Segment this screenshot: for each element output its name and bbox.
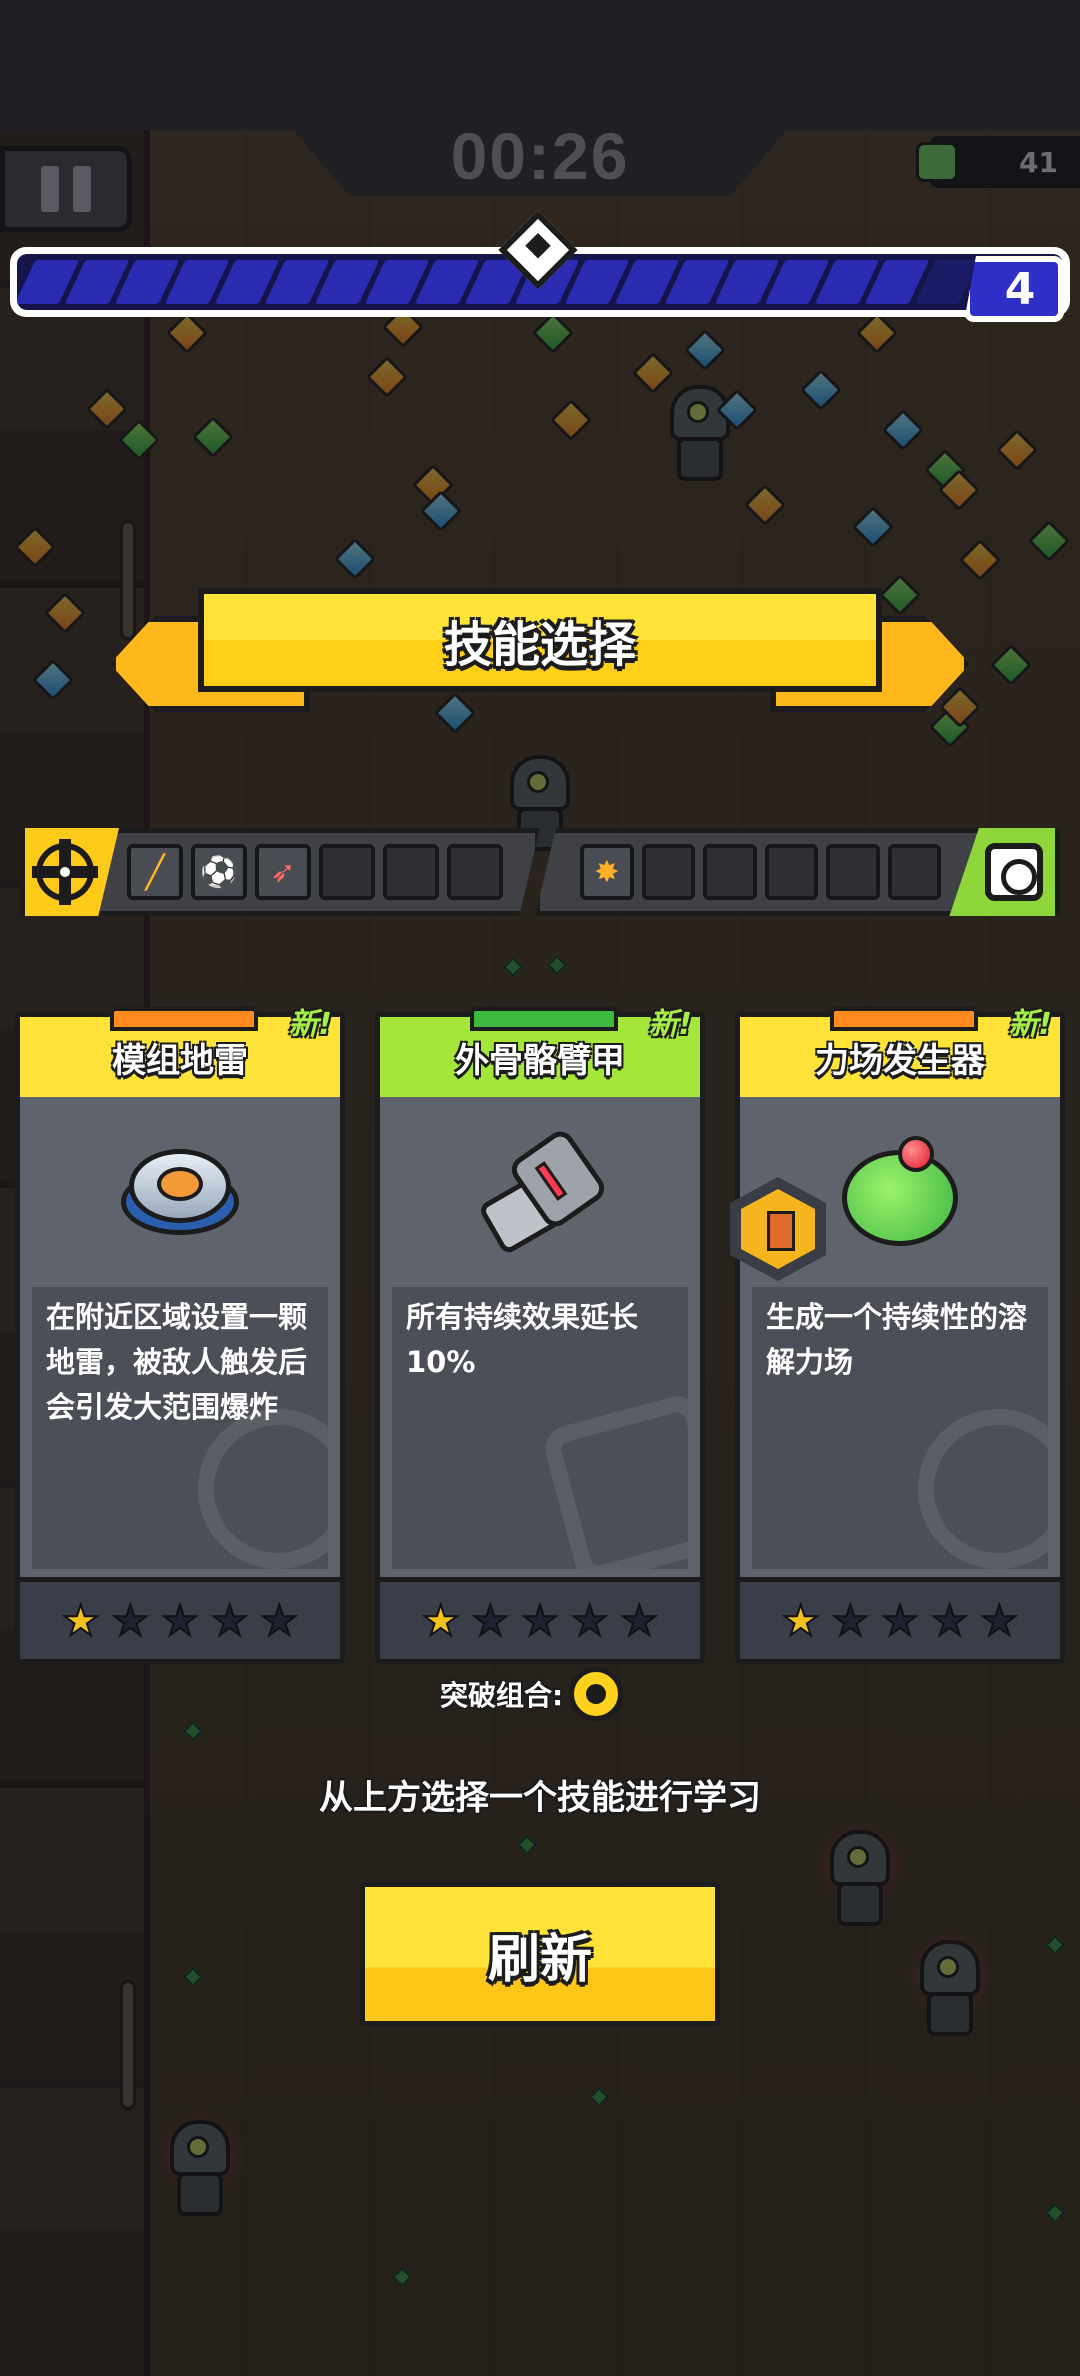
star-rating: ★ ★ ★ ★ ★ [20,1577,340,1659]
skill-card-header: 力场发生器 新! [740,1007,1060,1097]
bullet-badge-icon: ✸ [594,854,620,890]
star-filled-icon: ★ [61,1595,101,1646]
weapon-slot-empty [447,844,503,900]
star-rating: ★ ★ ★ ★ ★ [740,1577,1060,1659]
skill-card[interactable]: 力场发生器 新! 生成一个持续性的溶解力场 ★ ★ ★ ★ ★ [730,1007,1065,1664]
star-empty-icon: ★ [111,1595,151,1646]
new-badge: 新! [648,1007,692,1042]
kill-counter: 41 [916,136,1080,188]
passive-slots: ✸ [535,828,1060,916]
rocket-icon: ➶ [270,854,296,890]
star-empty-icon: ★ [880,1595,920,1646]
skill-card-body: 生成一个持续性的溶解力场 [730,1097,1060,1577]
skill-name: 模组地雷 [112,1040,248,1081]
passive-slot: ✸ [580,844,634,900]
skill-card-header: 外骨骼臂甲 新! [380,1007,700,1097]
skill-description: 生成一个持续性的溶解力场 [752,1287,1048,1569]
weapon-category [25,828,119,916]
star-filled-icon: ★ [421,1595,461,1646]
kill-icon [916,142,958,182]
star-empty-icon: ★ [210,1595,250,1646]
combo-label: 突破组合: [440,1679,564,1712]
weapon-slot: ➶ [255,844,311,900]
star-empty-icon: ★ [259,1595,299,1646]
skill-card-header: 模组地雷 新! [20,1007,340,1097]
star-empty-icon: ★ [979,1595,1019,1646]
star-empty-icon: ★ [831,1595,871,1646]
star-empty-icon: ★ [520,1595,560,1646]
skill-card-body: 所有持续效果延长10% [380,1097,700,1577]
pause-icon [73,166,91,212]
landmine-icon [121,1141,239,1241]
passive-slot-empty [887,844,942,900]
new-badge: 新! [288,1007,332,1042]
page-title: 技能选择 [198,588,882,692]
weapon-slot-empty [383,844,439,900]
skill-name: 外骨骼臂甲 [455,1040,625,1081]
module-icon [985,843,1044,901]
top-bar [0,0,1080,130]
star-empty-icon: ★ [570,1595,610,1646]
crosshair-watermark-icon [918,1409,1048,1569]
breakthrough-combo: 突破组合: [440,1664,624,1724]
star-rating: ★ ★ ★ ★ ★ [380,1577,700,1659]
module-watermark-icon [540,1391,688,1569]
passive-slot-empty [764,844,819,900]
skill-card-body: 在附近区域设置一颗地雷，被敌人触发后会引发大范围爆炸 [20,1097,340,1577]
soccer-ball-icon: ⚽ [200,854,238,890]
force-field-icon [840,1136,960,1246]
instruction-text: 从上方选择一个技能进行学习 [319,1778,761,1818]
passive-slot-empty [826,844,880,900]
refresh-button[interactable]: 刷新 [360,1882,720,2026]
combo-weapon-icon[interactable] [569,1667,624,1721]
refresh-label: 刷新 [365,1887,715,2021]
level-badge: 4 [964,256,1064,322]
skill-name: 力场发生器 [815,1040,985,1081]
new-badge: 新! [1008,1007,1052,1042]
passive-slot-empty [703,844,757,900]
skill-card[interactable]: 外骨骼臂甲 新! 所有持续效果延长10% ★ ★ ★ ★ ★ [375,1007,705,1664]
star-empty-icon: ★ [471,1595,511,1646]
pause-icon [41,166,59,212]
star-empty-icon: ★ [160,1595,200,1646]
knife-icon: ╱ [145,853,165,891]
star-filled-icon: ★ [781,1595,821,1646]
skill-select-banner: 技能选择 [110,588,970,718]
star-empty-icon: ★ [619,1595,659,1646]
pause-button[interactable] [0,146,132,232]
weapon-slot: ╱ [127,844,183,900]
passive-slot-empty [641,844,696,900]
skill-card[interactable]: 模组地雷 新! 在附近区域设置一颗地雷，被敌人触发后会引发大范围爆炸 ★ ★ ★ ★ ★ [15,1007,345,1664]
star-empty-icon: ★ [930,1595,970,1646]
weapon-slots: ╱ ⚽ ➶ [20,828,540,916]
crosshair-icon [32,839,98,905]
weapon-slot: ⚽ [191,844,247,900]
kill-count: 41 [1019,145,1058,179]
skill-description: 在附近区域设置一颗地雷，被敌人触发后会引发大范围爆炸 [32,1287,328,1569]
crosshair-watermark-icon [198,1409,328,1569]
passive-category [949,828,1055,916]
weapon-slot-empty [319,844,375,900]
skill-description: 所有持续效果延长10% [392,1287,688,1569]
exo-arm-icon [477,1126,610,1256]
game-timer: 00:26 [450,119,630,193]
